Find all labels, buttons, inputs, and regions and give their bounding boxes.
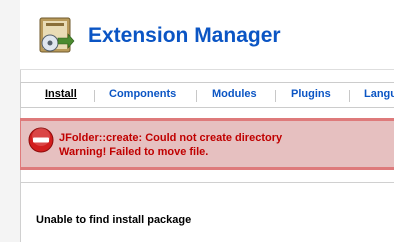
submenu-toolbar: Install Components Modules Plugins Langu — [20, 82, 394, 108]
tab-separator — [196, 90, 197, 102]
error-text-line-2: Warning! Failed to move file. — [59, 146, 209, 158]
tab-modules[interactable]: Modules — [212, 88, 257, 100]
error-stop-icon — [28, 127, 54, 153]
page-title: Extension Manager — [88, 24, 281, 47]
error-text-line-1: JFolder::create: Could not create direct… — [59, 132, 283, 144]
tab-components[interactable]: Components — [109, 88, 176, 100]
tab-separator — [94, 90, 95, 102]
install-status-message: Unable to find install package — [36, 214, 192, 226]
install-package-icon — [34, 14, 76, 56]
tab-install[interactable]: Install — [45, 88, 77, 100]
tab-separator — [349, 90, 350, 102]
tab-plugins[interactable]: Plugins — [291, 88, 331, 100]
tab-separator — [275, 90, 276, 102]
error-message-box: JFolder::create: Could not create direct… — [20, 118, 394, 170]
page-header: Extension Manager — [20, 0, 394, 70]
tab-languages[interactable]: Langu — [364, 88, 394, 100]
install-panel: Unable to find install package — [20, 182, 394, 242]
